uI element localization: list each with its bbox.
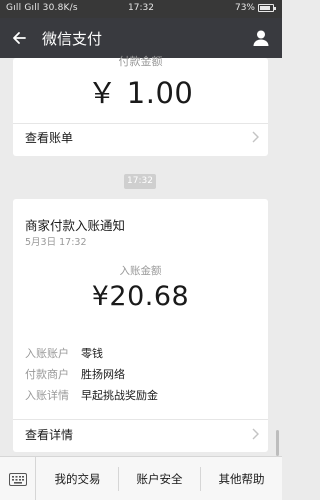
chevron-right-icon (250, 130, 260, 144)
detail-row: 入账详情 早起挑战奖励金 (25, 384, 158, 405)
payment-amount: ￥ 1.00 (87, 76, 194, 110)
view-bill-label: 查看账单 (25, 130, 74, 145)
keyboard-toggle-button[interactable] (0, 457, 36, 500)
menu-my-transactions[interactable]: 我的交易 (37, 457, 118, 500)
battery-icon (258, 4, 276, 12)
view-bill-link[interactable]: 查看账单 (25, 125, 260, 149)
detail-label: 入账账户 (25, 346, 69, 360)
status-right: 73% (234, 3, 276, 13)
battery-percent: 73% (234, 3, 255, 13)
detail-row: 入账账户 零钱 (25, 342, 158, 363)
notification-title: 商家付款入账通知 (25, 218, 126, 233)
profile-button[interactable] (250, 27, 272, 49)
back-button[interactable] (8, 27, 30, 49)
divider (13, 419, 268, 420)
payment-amount-label: 付款金额 (118, 55, 163, 68)
view-details-link[interactable]: 查看详情 (25, 422, 260, 446)
divider (13, 123, 268, 124)
deposit-amount-label: 入账金额 (119, 265, 162, 277)
battery-fill (260, 6, 271, 10)
deposit-amount: ¥20.68 (91, 281, 190, 312)
arrow-left-icon (13, 32, 26, 44)
person-icon (253, 30, 269, 46)
status-bar: Gıll Gıll 30.8K/s 17:32 73% (0, 0, 282, 18)
detail-label: 入账详情 (25, 388, 69, 402)
menu-account-security[interactable]: 账户安全 (119, 457, 200, 500)
nav-bar: 微信支付 (0, 18, 282, 58)
detail-row: 付款商户 胜扬网络 (25, 363, 158, 384)
detail-value: 胜扬网络 (81, 367, 125, 381)
detail-value: 零钱 (81, 346, 103, 360)
bottom-menu-bar: 我的交易 账户安全 其他帮助 (0, 456, 282, 500)
chevron-right-icon (250, 427, 260, 441)
scrollbar[interactable] (276, 430, 279, 456)
menu-other-help[interactable]: 其他帮助 (201, 457, 282, 500)
deposit-notification-card: 商家付款入账通知 5月3日 17:32 入账金额 ¥20.68 入账账户 零钱 … (13, 199, 268, 452)
keyboard-icon (8, 472, 27, 486)
detail-value: 早起挑战奖励金 (81, 388, 158, 402)
detail-list: 入账账户 零钱 付款商户 胜扬网络 入账详情 早起挑战奖励金 (25, 342, 158, 405)
payment-card: 付款金额 ￥ 1.00 查看账单 (13, 55, 268, 156)
notification-date: 5月3日 17:32 (25, 237, 87, 248)
detail-label: 付款商户 (25, 367, 69, 381)
time-separator: 17:32 (124, 174, 156, 189)
page-title: 微信支付 (42, 30, 103, 48)
view-details-label: 查看详情 (25, 427, 74, 442)
